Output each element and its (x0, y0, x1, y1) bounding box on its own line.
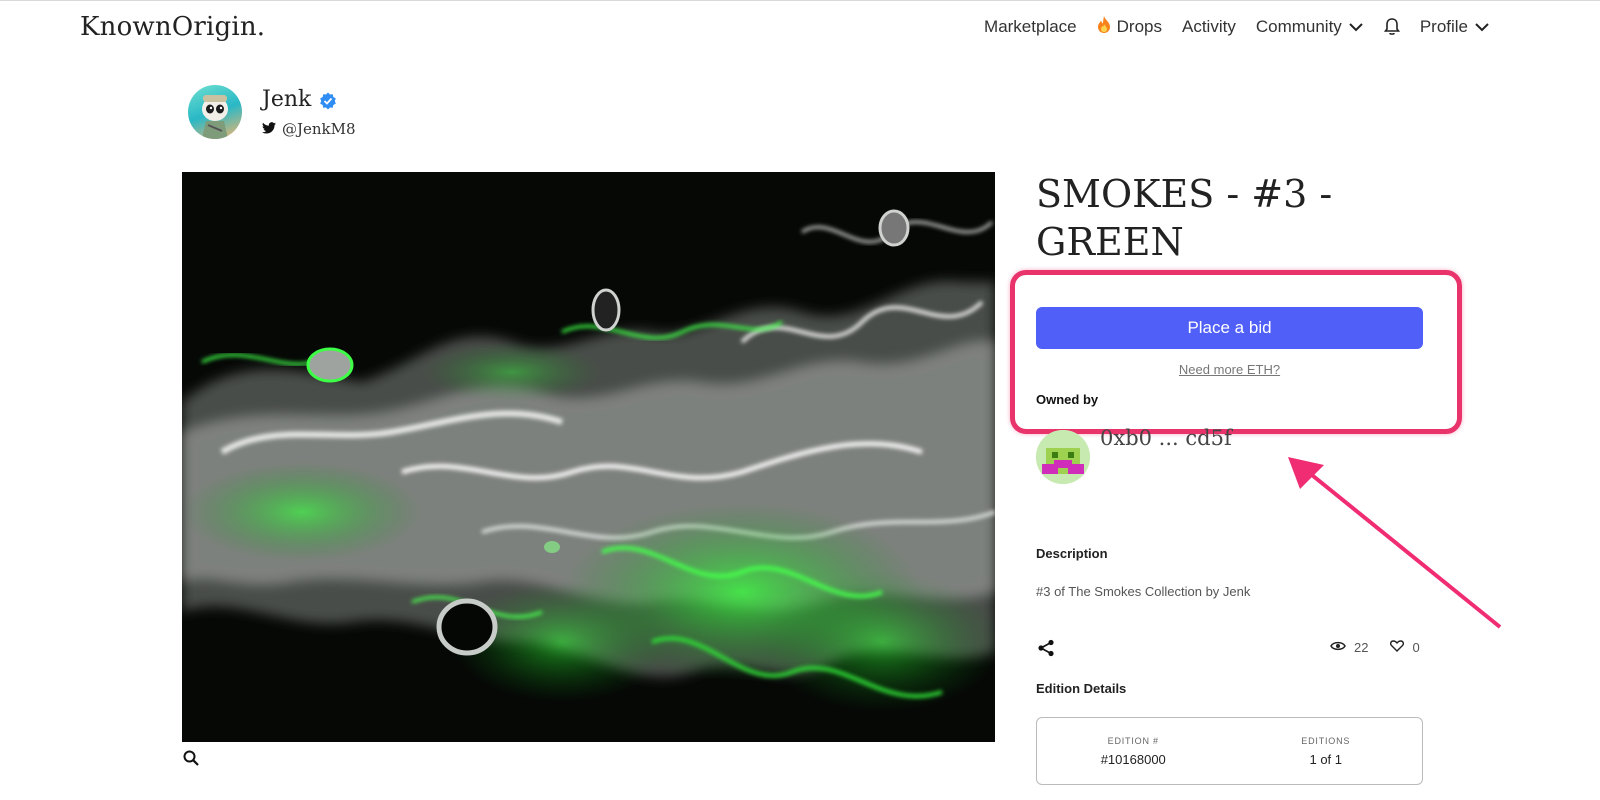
nav-community-label: Community (1255, 17, 1342, 36)
place-bid-button[interactable]: Place a bid (1036, 307, 1423, 349)
eye-icon (1330, 640, 1346, 655)
twitter-icon (262, 120, 276, 138)
editions-value: 1 of 1 (1309, 751, 1343, 767)
nav-profile[interactable]: Profile (1420, 17, 1490, 37)
zoom-icon[interactable] (183, 750, 199, 771)
annotation-highlight-box (1010, 270, 1462, 434)
verified-badge-icon (319, 91, 337, 109)
artist-header: Jenk @JenkM8 (188, 85, 356, 139)
owner-address[interactable]: 0xb0 ... cd5f (1100, 426, 1232, 450)
nav-community[interactable]: Community (1256, 17, 1364, 37)
nav-marketplace[interactable]: Marketplace (984, 17, 1077, 37)
owner-avatar[interactable] (1036, 430, 1090, 484)
main-nav: Marketplace Drops Activity Community Pro… (984, 16, 1490, 38)
site-logo[interactable]: KnownOrigin. (80, 12, 265, 42)
edition-details-label: Edition Details (1036, 681, 1127, 696)
heart-icon[interactable] (1390, 640, 1405, 655)
owner-row[interactable]: 0xb0 ... cd5f (1036, 426, 1232, 484)
views-count: 22 (1354, 640, 1369, 655)
edition-number-header: EDITION # (1107, 735, 1159, 746)
artist-avatar[interactable] (188, 85, 242, 139)
artist-name[interactable]: Jenk (262, 87, 311, 112)
likes-count: 0 (1412, 640, 1420, 655)
nav-activity[interactable]: Activity (1182, 17, 1236, 37)
chevron-down-icon (1474, 22, 1490, 32)
annotation-arrow (1280, 455, 1510, 640)
need-more-eth-link[interactable]: Need more ETH? (1036, 362, 1423, 377)
description-text: #3 of The Smokes Collection by Jenk (1036, 584, 1251, 599)
description-label: Description (1036, 546, 1108, 561)
owned-by-label: Owned by (1036, 392, 1099, 407)
edition-number-value: #10168000 (1100, 751, 1166, 767)
bell-icon[interactable] (1383, 18, 1400, 36)
nav-profile-label: Profile (1419, 17, 1468, 36)
top-border (0, 0, 1600, 1)
nav-drops[interactable]: Drops (1097, 16, 1162, 38)
artwork-image[interactable] (182, 172, 995, 742)
share-icon[interactable] (1037, 639, 1055, 662)
twitter-handle[interactable]: @JenkM8 (282, 120, 356, 138)
nav-activity-label: Activity (1182, 17, 1236, 36)
fire-icon (1097, 16, 1111, 38)
chevron-down-icon (1348, 22, 1364, 32)
artwork-title: SMOKES - #3 - GREEN (1036, 172, 1333, 264)
editions-header: EDITIONS (1301, 735, 1351, 746)
engagement-stats: 22 0 (1330, 640, 1420, 655)
nav-marketplace-label: Marketplace (984, 17, 1077, 36)
edition-details-box: EDITION # #10168000 EDITIONS 1 of 1 (1036, 717, 1423, 785)
nav-drops-label: Drops (1116, 17, 1162, 36)
